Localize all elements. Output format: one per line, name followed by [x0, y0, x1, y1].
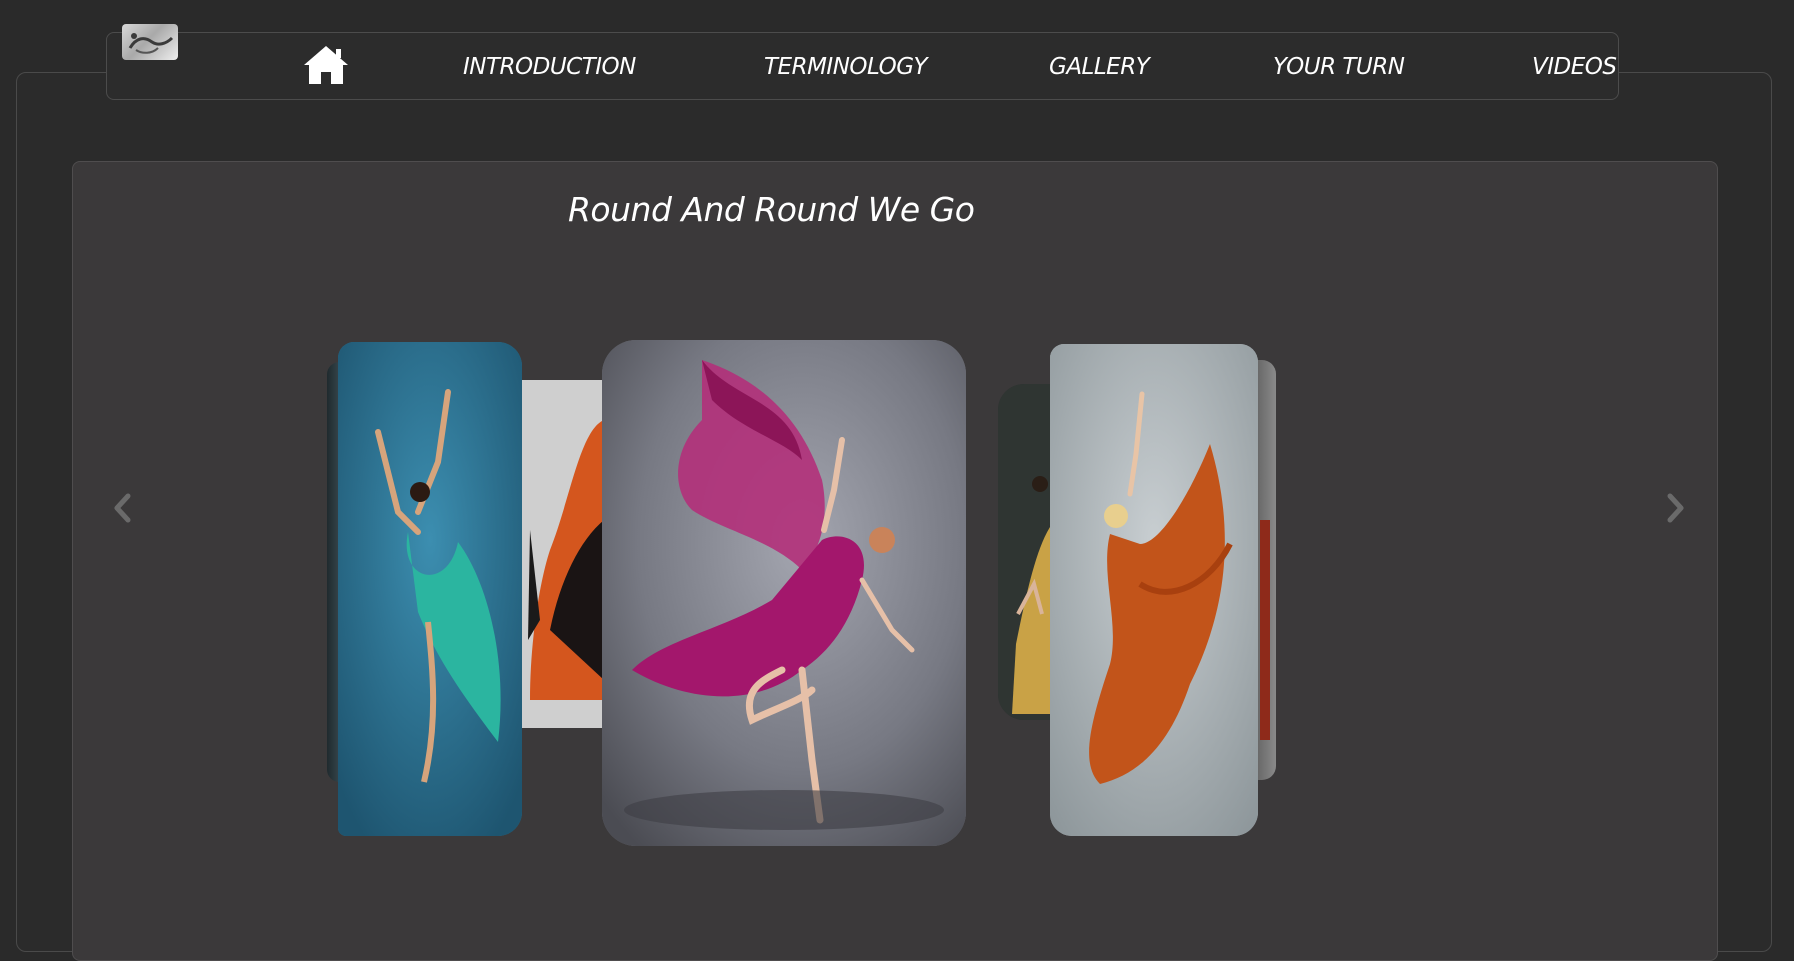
slide-rust-dress[interactable]	[1050, 344, 1258, 836]
gallery-title: Round And Round We Go	[568, 190, 975, 229]
nav-link-your-turn[interactable]: YOUR TURN	[1273, 48, 1405, 86]
nav-link-introduction[interactable]: INTRODUCTION	[463, 48, 636, 86]
chevron-left-icon[interactable]	[108, 488, 138, 528]
nav-link-gallery[interactable]: GALLERY	[1049, 48, 1150, 86]
slide-orange-black[interactable]	[520, 380, 604, 728]
slide-teal-dress[interactable]	[338, 342, 522, 836]
slide-magenta-dress[interactable]	[602, 340, 966, 846]
chevron-right-icon[interactable]	[1660, 488, 1690, 528]
nav-link-videos[interactable]: VIDEOS	[1532, 48, 1617, 86]
home-icon[interactable]	[302, 44, 350, 86]
dancer-logo-icon[interactable]	[122, 24, 178, 60]
nav-link-terminology[interactable]: TERMINOLOGY	[764, 48, 928, 86]
slide-gold-dress[interactable]	[998, 384, 1052, 720]
